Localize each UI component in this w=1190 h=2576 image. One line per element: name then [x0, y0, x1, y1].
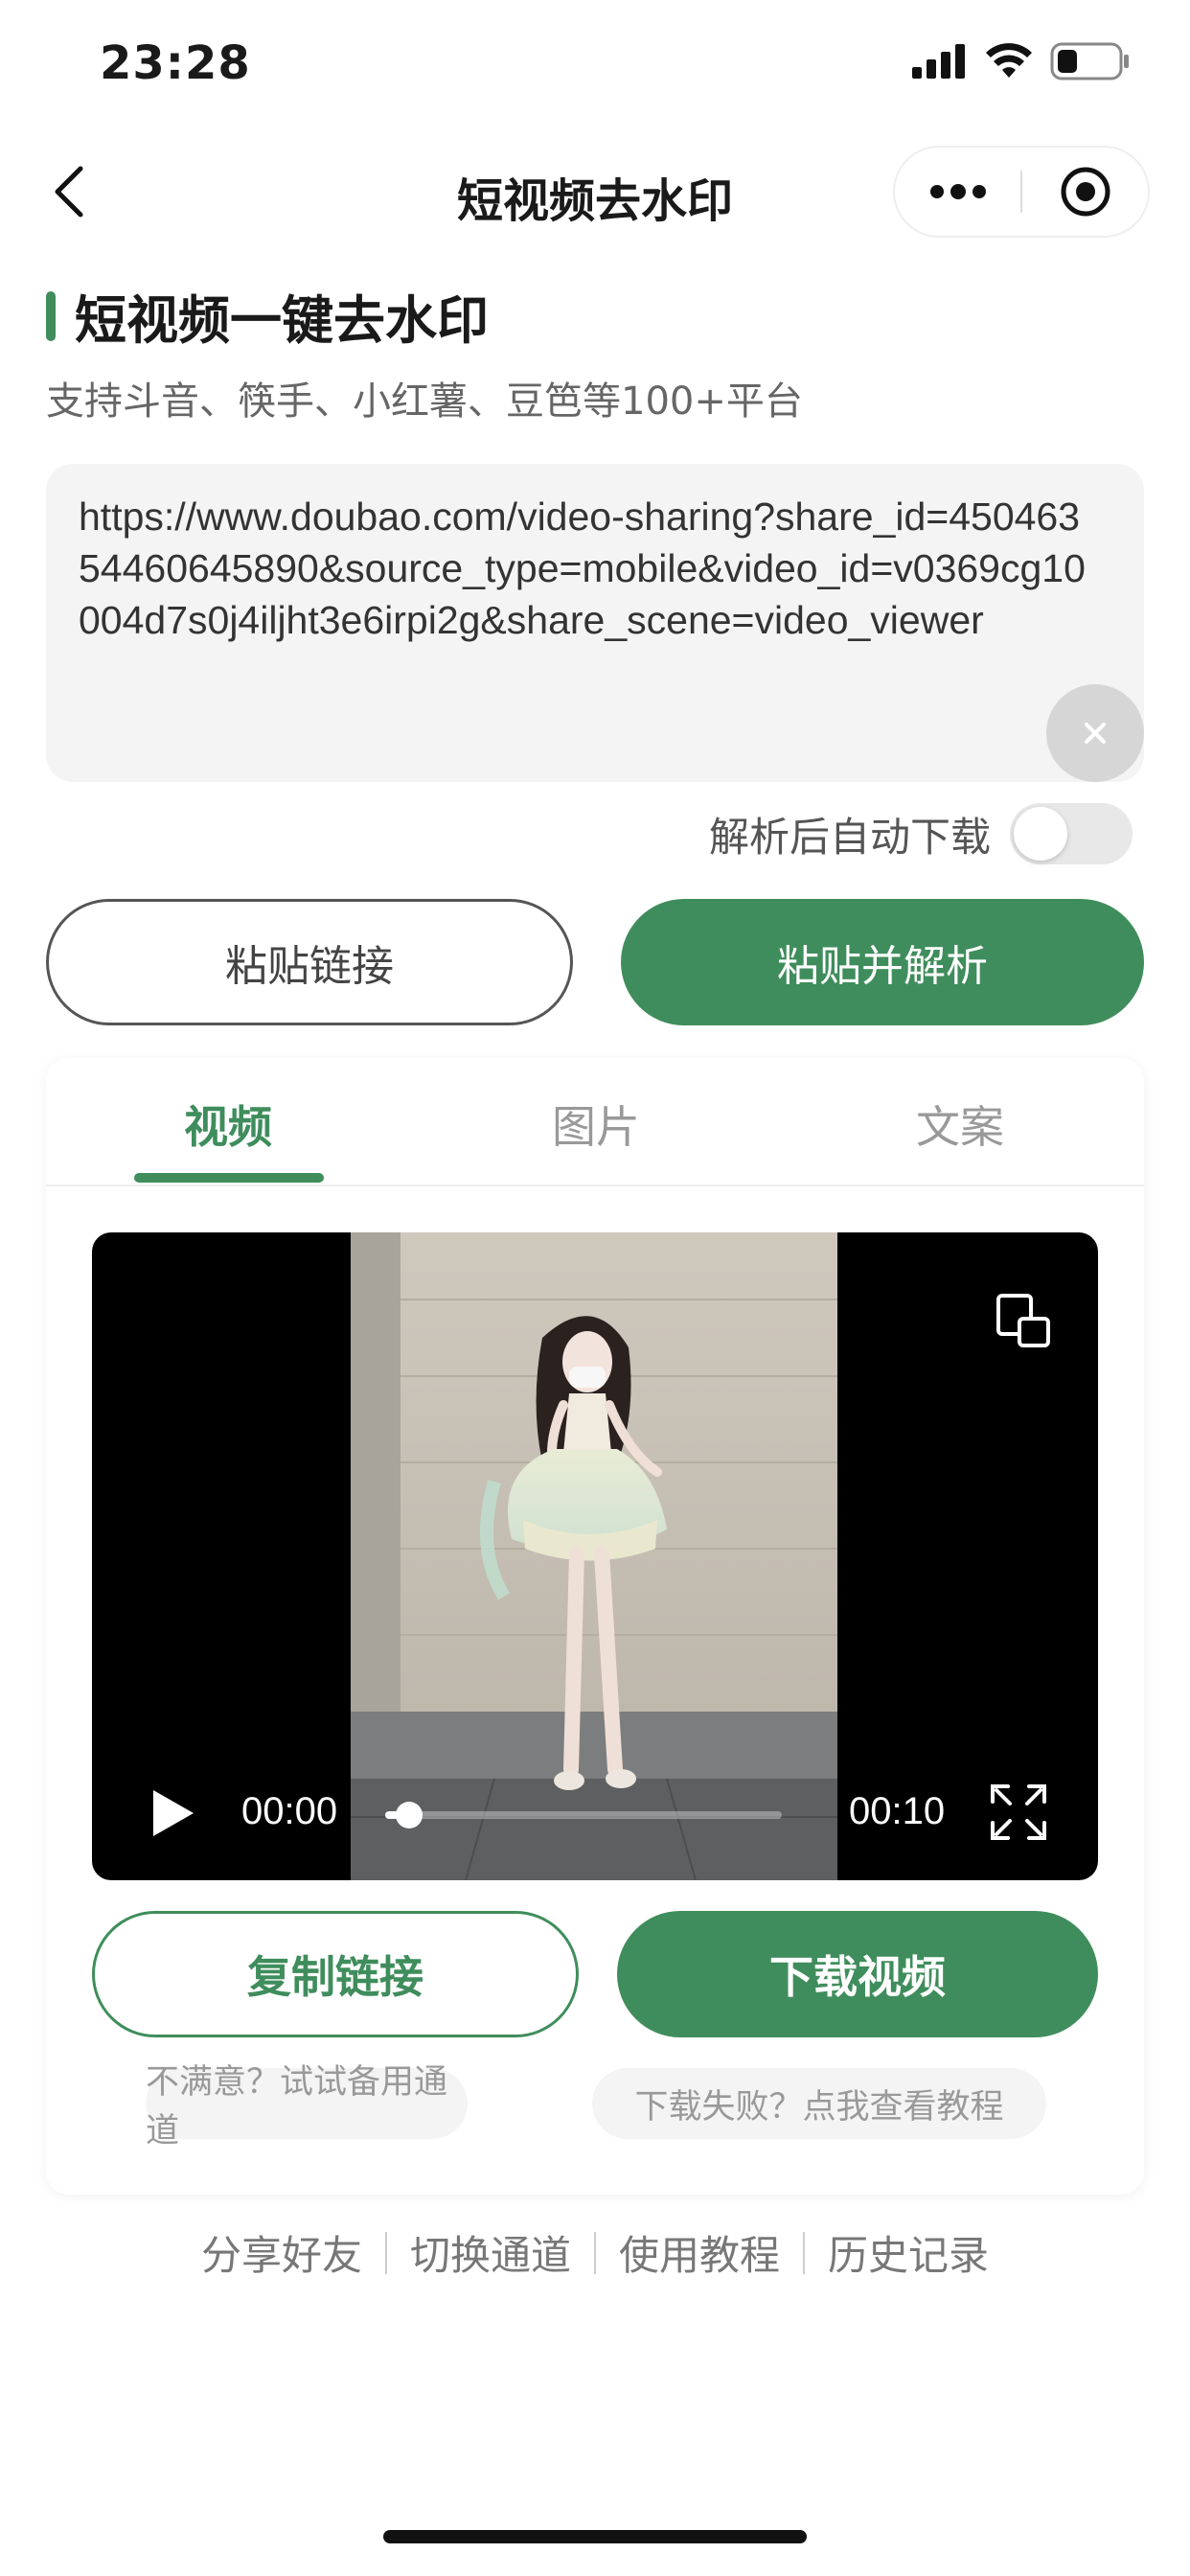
status-time: 23:28 [100, 36, 251, 90]
auto-download-toggle[interactable] [1010, 803, 1133, 864]
toggle-knob [1014, 807, 1068, 861]
active-tab-indicator [134, 1173, 324, 1183]
wifi-icon [986, 43, 1032, 78]
paste-link-button[interactable]: 粘贴链接 [46, 899, 573, 1025]
signal-icon [912, 44, 965, 79]
section-heading: 短视频一键去水印 [46, 278, 489, 354]
video-progress-bar[interactable] [385, 1802, 782, 1828]
auto-download-label: 解析后自动下载 [709, 813, 992, 861]
download-video-button[interactable]: 下载视频 [617, 1911, 1098, 2037]
url-input-value: https://www.doubao.com/video-sharing?sha… [79, 494, 1086, 642]
footer-links: 分享好友 切换通道 使用教程 历史记录 [0, 2223, 1190, 2282]
tab-copywriting[interactable]: 文案 [845, 1092, 1075, 1156]
close-icon [1085, 723, 1106, 744]
video-controls: 00:00 00:10 [92, 1769, 1098, 1865]
tutorial-link[interactable]: 使用教程 [619, 2223, 780, 2282]
target-circle-icon [1061, 167, 1110, 217]
tutorial-hint[interactable]: 下载失败？点我查看教程 [592, 2068, 1046, 2139]
home-indicator [383, 2530, 807, 2543]
heading-accent-bar [46, 290, 56, 341]
supported-platforms-text: 支持斗音、筷手、小红薯、豆笆等100+平台 [46, 380, 803, 424]
play-icon[interactable] [149, 1786, 197, 1840]
auto-download-row: 解析后自动下载 [709, 803, 1133, 864]
switch-channel-link[interactable]: 切换通道 [410, 2223, 571, 2282]
video-player[interactable]: 00:00 00:10 [92, 1232, 1098, 1880]
video-duration: 00:10 [849, 1790, 946, 1832]
tab-video[interactable]: 视频 [113, 1092, 343, 1156]
history-link[interactable]: 历史记录 [828, 2223, 989, 2282]
result-tabs: 视频 图片 文案 [46, 1058, 1144, 1186]
heading-title: 短视频一键去水印 [75, 290, 489, 351]
fullscreen-icon[interactable] [989, 1782, 1048, 1842]
url-input[interactable]: https://www.doubao.com/video-sharing?sha… [46, 464, 1144, 782]
pip-icon[interactable] [995, 1292, 1052, 1349]
status-bar: 23:28 [0, 0, 1190, 125]
share-friends-link[interactable]: 分享好友 [201, 2223, 362, 2282]
footer-divider [384, 2231, 387, 2274]
copy-link-button[interactable]: 复制链接 [92, 1911, 579, 2037]
mini-program-capsule [893, 146, 1150, 238]
more-dots-icon [929, 184, 986, 199]
footer-divider [803, 2231, 806, 2274]
close-mini-program-button[interactable] [1022, 148, 1148, 236]
result-card: 视频 图片 文案 00:00 00:10 复制链接 下载视频 不满意？试试备用通… [46, 1058, 1144, 2195]
more-button[interactable] [895, 148, 1020, 236]
tab-images[interactable]: 图片 [481, 1092, 711, 1156]
backup-channel-hint[interactable]: 不满意？试试备用通道 [146, 2063, 468, 2150]
clear-input-button[interactable] [1046, 684, 1144, 782]
status-icons [912, 42, 1131, 80]
video-progress-handle[interactable] [395, 1802, 423, 1828]
battery-icon [1050, 42, 1129, 80]
current-time: 00:00 [241, 1790, 338, 1832]
paste-and-parse-button[interactable]: 粘贴并解析 [621, 899, 1144, 1025]
nav-bar: 短视频去水印 [0, 144, 1190, 240]
footer-divider [594, 2231, 596, 2274]
